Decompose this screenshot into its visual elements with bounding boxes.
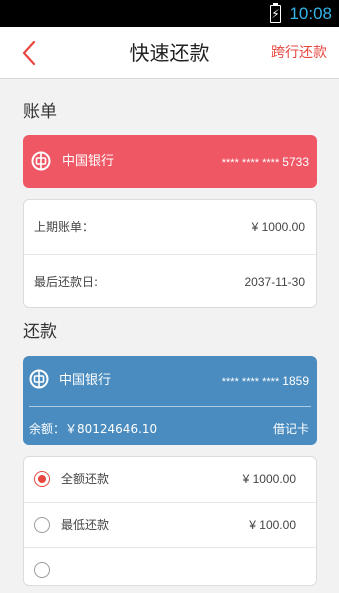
repay-card-balance: 余额：￥80124646.10	[29, 422, 158, 436]
battery-charging-icon: ⚡	[270, 3, 281, 23]
last-bill-value: ¥ 1000.00	[251, 220, 305, 234]
min-repay-radio[interactable]	[34, 517, 50, 533]
repay-options-panel: 全额还款 ¥ 1000.00 最低还款 ¥ 100.00	[23, 456, 317, 586]
boc-logo-icon	[29, 369, 49, 389]
repay-card-tail: 1859	[282, 374, 309, 388]
min-repay-option[interactable]: 最低还款 ¥ 100.00	[24, 502, 316, 548]
last-bill-label: 上期账单：	[34, 220, 95, 234]
card-divider	[29, 406, 311, 407]
bill-info-panel: 上期账单： ¥ 1000.00 最后还款日: 2037-11-30	[23, 199, 317, 308]
bill-section-label: 账单	[23, 102, 57, 122]
repay-card-type: 借记卡	[272, 422, 309, 436]
repay-section-label: 还款	[23, 322, 57, 342]
boc-logo-icon	[31, 151, 51, 171]
min-repay-label: 最低还款	[61, 518, 110, 532]
repay-bank-name: 中国银行	[59, 373, 112, 388]
min-repay-value: ¥ 100.00	[249, 518, 296, 532]
bill-card-number: **** **** **** 5733	[222, 154, 309, 171]
status-bar: ⚡ 10:08	[0, 0, 339, 27]
last-bill-row: 上期账单： ¥ 1000.00	[24, 200, 316, 254]
due-date-row: 最后还款日: 2037-11-30	[24, 254, 316, 309]
repay-bank-card[interactable]: 中国银行 **** **** **** 1859 余额：￥80124646.10…	[23, 356, 317, 445]
status-time: 10:08	[289, 4, 332, 23]
repay-card-number: **** **** **** 1859	[222, 373, 309, 390]
partial-repay-option[interactable]	[24, 547, 316, 593]
due-date-value: 2037-11-30	[244, 275, 306, 289]
cross-bank-repay-link[interactable]: 跨行还款	[271, 42, 327, 64]
bill-bank-card[interactable]: 中国银行 **** **** **** 5733	[23, 135, 317, 188]
bill-card-mask: **** **** ****	[221, 157, 280, 169]
bill-card-tail: 5733	[282, 155, 309, 169]
full-repay-option[interactable]: 全额还款 ¥ 1000.00	[24, 457, 316, 502]
full-repay-label: 全额还款	[61, 472, 110, 486]
repay-card-mask: **** **** ****	[221, 376, 280, 388]
full-repay-value: ¥ 1000.00	[242, 472, 296, 486]
nav-bar: 快速还款 跨行还款	[0, 27, 339, 79]
due-date-label: 最后还款日:	[34, 275, 99, 289]
partial-repay-radio[interactable]	[34, 562, 50, 578]
full-repay-radio[interactable]	[34, 471, 50, 487]
bill-bank-name: 中国银行	[62, 154, 115, 169]
